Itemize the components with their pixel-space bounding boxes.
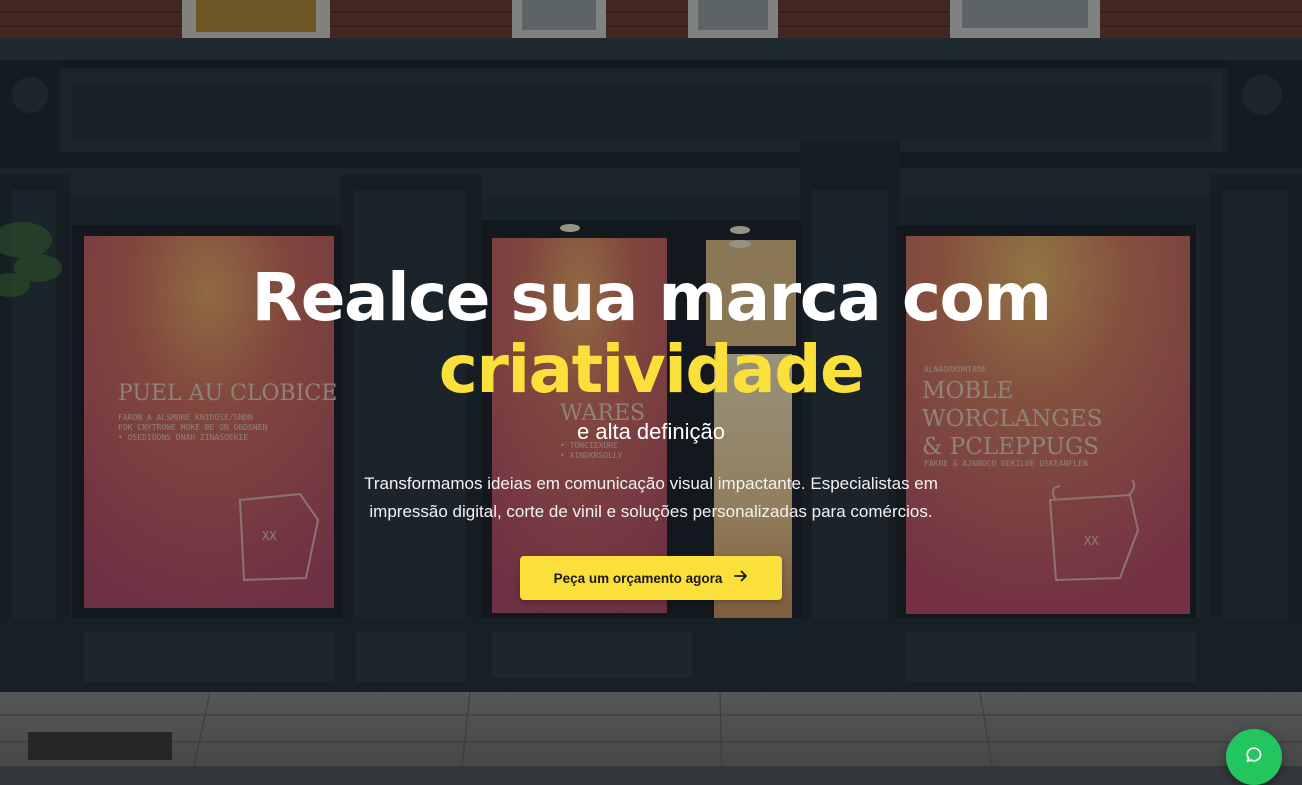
hero-section: PUEL AU CLOBICE FARON A ALSMORE KNIDOSE/… bbox=[0, 0, 1302, 785]
request-quote-label: Peça um orçamento agora bbox=[553, 570, 723, 586]
request-quote-button[interactable]: Peça um orçamento agora bbox=[520, 556, 782, 600]
arrow-right-icon bbox=[734, 569, 748, 587]
chat-bubble-icon bbox=[1244, 745, 1264, 769]
hero-title: Realce sua marca com criatividade bbox=[0, 262, 1302, 406]
chat-button[interactable] bbox=[1226, 729, 1282, 785]
hero-description: Transformamos ideias em comunicação visu… bbox=[364, 474, 938, 521]
hero-title-accent: criatividade bbox=[438, 331, 865, 408]
hero-subtitle: e alta definição bbox=[577, 419, 725, 444]
hero-content: Realce sua marca com criatividade e alta… bbox=[0, 262, 1302, 600]
hero-title-line: Realce sua marca com bbox=[251, 259, 1052, 336]
